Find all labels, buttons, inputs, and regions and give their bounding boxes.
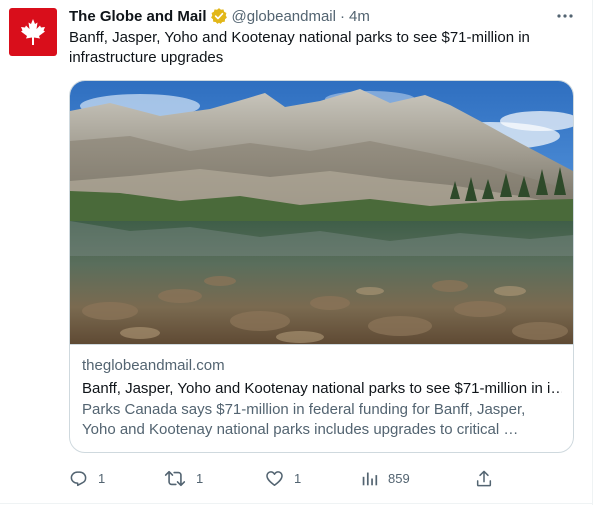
- card-description: Parks Canada says $71-million in federal…: [82, 401, 526, 438]
- tweet-text: Banff, Jasper, Yoho and Kootenay nationa…: [69, 29, 530, 66]
- card-title: Banff, Jasper, Yoho and Kootenay nationa…: [82, 380, 562, 397]
- views-icon: [362, 472, 378, 485]
- views-count: 859: [388, 470, 410, 486]
- column-divider: [592, 0, 593, 505]
- tweet-timestamp[interactable]: 4m: [349, 8, 370, 25]
- reply-button[interactable]: 1: [69, 467, 105, 489]
- card-body[interactable]: theglobeandmail.com Banff, Jasper, Yoho …: [82, 356, 562, 440]
- more-icon: [557, 14, 573, 18]
- author-name[interactable]: The Globe and Mail: [69, 8, 207, 25]
- tweet-actions: 1 1 1 859: [0, 462, 592, 494]
- retweet-button[interactable]: 1: [164, 467, 203, 489]
- reply-icon: [70, 470, 87, 486]
- maple-leaf-icon: [21, 19, 45, 45]
- avatar[interactable]: [9, 8, 57, 56]
- share-button[interactable]: [475, 467, 493, 489]
- card-divider: [70, 344, 573, 345]
- retweet-icon: [164, 470, 186, 486]
- tweet-header: The Globe and Mail @globeandmail · 4m: [69, 6, 370, 26]
- link-card[interactable]: theglobeandmail.com Banff, Jasper, Yoho …: [69, 80, 574, 453]
- retweet-count: 1: [196, 470, 204, 486]
- tweet-bottom-border: [0, 503, 592, 504]
- separator-dot: ·: [339, 7, 345, 25]
- like-count: 1: [294, 470, 302, 486]
- verified-badge-icon[interactable]: [210, 7, 228, 25]
- reply-count: 1: [98, 470, 106, 486]
- heart-icon: [266, 470, 283, 486]
- more-button[interactable]: [553, 6, 577, 26]
- card-image[interactable]: [70, 81, 573, 344]
- card-domain: theglobeandmail.com: [82, 357, 225, 374]
- author-handle[interactable]: @globeandmail: [232, 8, 336, 25]
- like-button[interactable]: 1: [265, 467, 301, 489]
- share-icon: [476, 470, 492, 486]
- views-button[interactable]: 859: [361, 467, 410, 489]
